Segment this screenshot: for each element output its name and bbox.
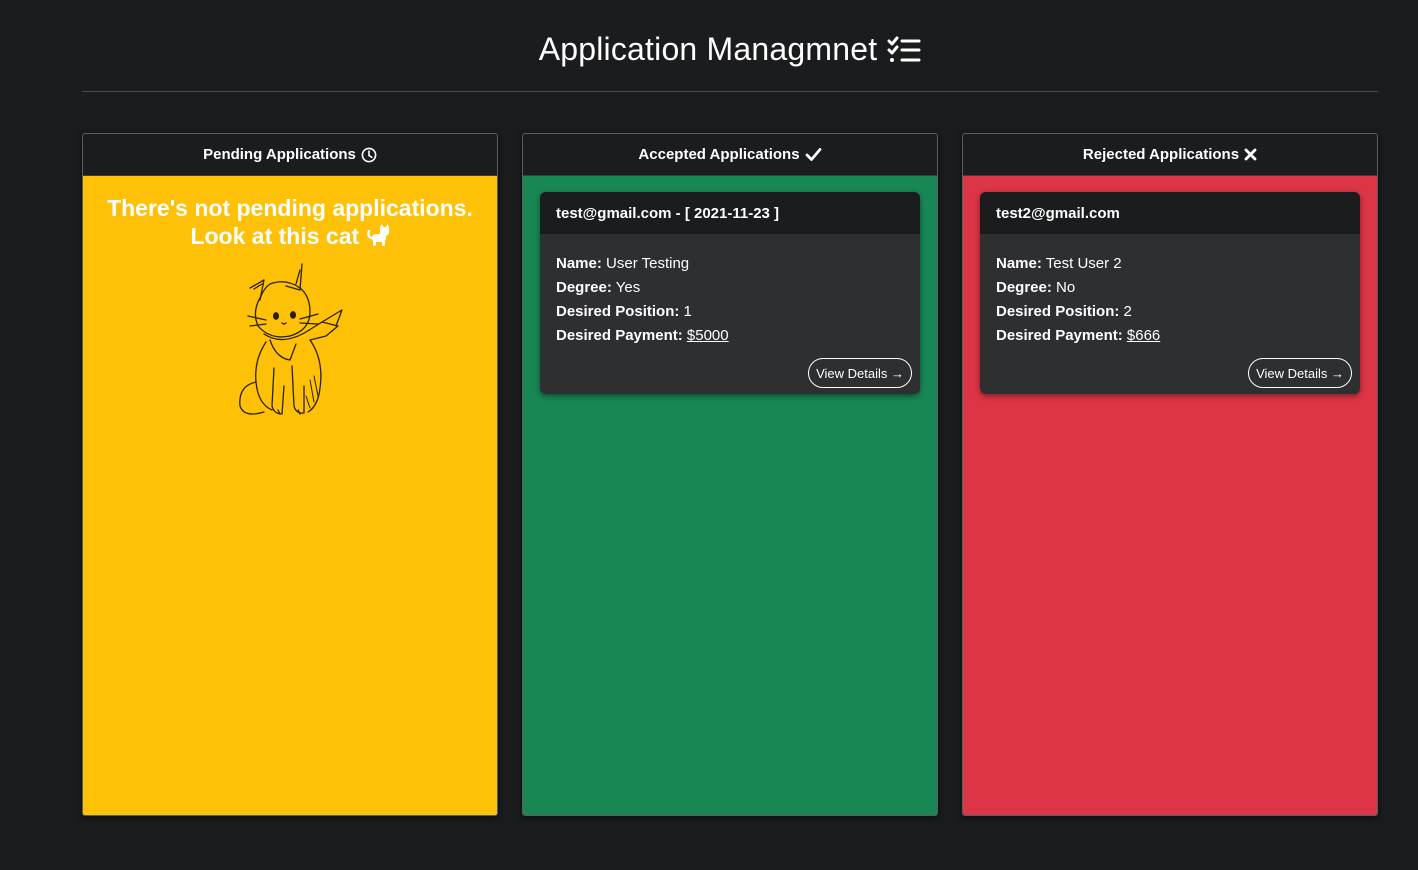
view-details-button[interactable]: View Details → [808,358,912,388]
card-footer: View Details → [540,352,920,394]
accepted-applications-panel: Accepted Applications test@gmail.com - [… [522,133,938,816]
rejected-applications-title: Rejected Applications [1082,146,1240,163]
rejected-applications-panel: Rejected Applications test2@gmail.com Na… [962,133,1378,816]
pending-applications-title: Pending Applications [203,146,356,163]
rejected-applications-body: test2@gmail.com Name: Test User 2 Degree… [963,176,1377,815]
checklist-icon [887,36,921,64]
checkmark-icon [805,147,822,162]
card-header: test2@gmail.com [980,192,1360,234]
empty-message-line2: Look at this cat [190,223,360,249]
cat-emoji-icon [366,223,390,247]
clock-icon [361,147,377,163]
pending-applications-body: There's not pending applications. Look a… [83,176,497,815]
view-details-button[interactable]: View Details → [1248,358,1352,388]
desired-position-value: 1 [683,303,692,320]
card-footer: View Details → [980,352,1360,394]
name-row: Name: User Testing [556,252,904,276]
name-label: Name: [996,255,1042,272]
card-header: test@gmail.com - [ 2021-11-23 ] [540,192,920,234]
desired-position-label: Desired Position: [996,303,1120,320]
page-title: Application Managmnet [538,31,878,67]
desired-payment-label: Desired Payment: [556,327,683,344]
name-row: Name: Test User 2 [996,252,1344,276]
desired-payment-row: Desired Payment: $5000 [556,324,904,348]
x-icon [1244,148,1257,161]
name-value: Test User 2 [1045,255,1122,272]
degree-label: Degree: [556,279,612,296]
degree-value: Yes [615,279,641,296]
accepted-applications-body: test@gmail.com - [ 2021-11-23 ] Name: Us… [523,176,937,815]
application-card: test2@gmail.com Name: Test User 2 Degree… [980,192,1360,394]
cat-illustration [100,256,480,426]
desired-position-row: Desired Position: 2 [996,300,1344,324]
desired-payment-value: $666 [1126,327,1161,344]
desired-position-label: Desired Position: [556,303,680,320]
application-card: test@gmail.com - [ 2021-11-23 ] Name: Us… [540,192,920,394]
empty-message-line2-wrap: Look at this cat [100,222,480,250]
name-label: Name: [556,255,602,272]
accepted-applications-title: Accepted Applications [638,146,800,163]
desired-position-row: Desired Position: 1 [556,300,904,324]
empty-message-line1: There's not pending applications. [107,195,473,221]
desired-position-value: 2 [1123,303,1132,320]
degree-row: Degree: Yes [556,276,904,300]
desired-payment-label: Desired Payment: [996,327,1123,344]
empty-message: There's not pending applications. Look a… [100,194,480,250]
rejected-applications-header: Rejected Applications [963,134,1377,176]
card-body: Name: User Testing Degree: Yes Desired P… [540,234,920,352]
page-header: Application Managmnet [82,0,1378,92]
desired-payment-value: $5000 [686,327,729,344]
degree-label: Degree: [996,279,1052,296]
pending-applications-panel: Pending Applications There's not pending… [82,133,498,816]
degree-value: No [1056,279,1076,296]
pending-applications-header: Pending Applications [83,134,497,176]
card-body: Name: Test User 2 Degree: No Desired Pos… [980,234,1360,352]
degree-row: Degree: No [996,276,1344,300]
page-title-wrap: Application Managmnet [539,31,922,68]
accepted-applications-header: Accepted Applications [523,134,937,176]
desired-payment-row: Desired Payment: $666 [996,324,1344,348]
name-value: User Testing [606,255,690,272]
